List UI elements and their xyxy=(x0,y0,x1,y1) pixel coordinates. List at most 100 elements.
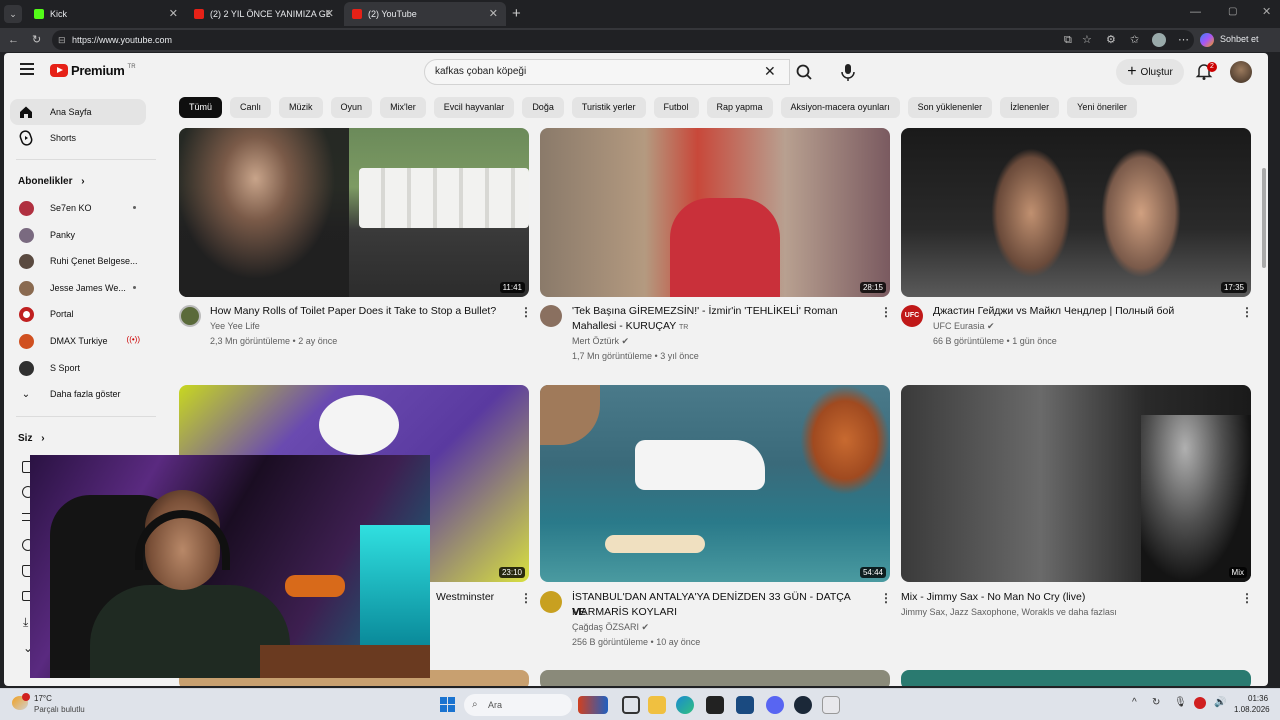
profile-avatar[interactable] xyxy=(1152,33,1166,47)
sidebar-channel-item[interactable]: Jesse James We... xyxy=(10,275,146,301)
file-explorer-icon[interactable] xyxy=(648,696,666,714)
snipping-tool-icon[interactable] xyxy=(822,696,840,714)
sidebar-channel-item[interactable]: DMAX Turkiye ((•)) xyxy=(10,328,146,354)
scrollbar-thumb[interactable] xyxy=(1262,168,1266,268)
video-title[interactable]: Джастин Гейджи vs Майкл Чендлер | Полный… xyxy=(933,304,1223,319)
channel-name[interactable]: Mert Öztürk ✔ xyxy=(572,334,629,349)
steam-icon[interactable] xyxy=(794,696,812,714)
chip[interactable]: Müzik xyxy=(279,97,323,118)
mic-tray-icon[interactable]: 🎙 xyxy=(1174,697,1187,708)
chip[interactable]: Yeni öneriler xyxy=(1067,97,1137,118)
site-info-icon[interactable]: ⊟ xyxy=(58,30,66,50)
tab-kick[interactable]: Kick ✕ xyxy=(26,2,186,26)
chip[interactable]: Mix'ler xyxy=(380,97,426,118)
video-thumbnail[interactable] xyxy=(540,670,890,686)
chevron-up-icon[interactable]: ^ xyxy=(1132,697,1137,708)
url-field[interactable]: ⊟ https://www.youtube.com xyxy=(52,30,1194,50)
video-thumbnail[interactable]: 11:41 xyxy=(179,128,529,297)
channel-name[interactable]: Çağdaş ÖZSARI ✔ xyxy=(572,620,649,635)
video-title[interactable]: Mix - Jimmy Sax - No Man No Cry (live) xyxy=(901,590,1191,605)
clear-search-icon[interactable]: ✕ xyxy=(764,63,776,80)
chip[interactable]: Doğa xyxy=(522,97,564,118)
chip-all[interactable]: Tümü xyxy=(179,97,223,118)
network-icon[interactable]: ↻ xyxy=(1152,697,1160,708)
taskbar-search[interactable]: ⌕ Ara xyxy=(464,694,572,716)
minimize-icon[interactable]: — xyxy=(1190,6,1201,18)
edge-icon[interactable] xyxy=(676,696,694,714)
sidebar-item-home[interactable]: Ana Sayfa xyxy=(10,99,146,125)
guide-menu-icon[interactable] xyxy=(20,63,34,75)
sidebar-channel-item[interactable]: Portal xyxy=(10,301,146,327)
you-header[interactable]: Siz › xyxy=(18,433,45,444)
chip[interactable]: Futbol xyxy=(653,97,699,118)
favorite-star-icon[interactable]: ☆ xyxy=(1082,28,1092,52)
sidebar-item-shorts[interactable]: Shorts xyxy=(10,125,146,151)
sidebar-channel-item[interactable]: Se7en KO xyxy=(10,195,146,221)
close-tab-icon[interactable]: ✕ xyxy=(489,7,498,20)
volume-icon[interactable]: 🔊 xyxy=(1214,697,1226,708)
copilot-icon[interactable] xyxy=(1200,33,1214,47)
refresh-icon[interactable]: ↻ xyxy=(32,28,41,52)
favorites-icon[interactable]: ✩ xyxy=(1130,28,1139,52)
clock-date[interactable]: 1.08.2026 xyxy=(1234,705,1270,714)
youtube-logo[interactable]: Premium TR xyxy=(50,63,136,78)
more-actions-icon[interactable]: ⋮ xyxy=(1241,591,1253,605)
tab-youtube-home[interactable]: (2) YouTube ✕ xyxy=(344,2,506,26)
vscode-icon[interactable] xyxy=(736,696,754,714)
clock-time[interactable]: 01:36 xyxy=(1248,694,1268,703)
chip[interactable]: İzlenenler xyxy=(1000,97,1060,118)
video-thumbnail[interactable]: Mix xyxy=(901,385,1251,582)
video-thumbnail[interactable]: 54:44 xyxy=(540,385,890,582)
back-icon[interactable]: ← xyxy=(8,28,19,52)
show-more-button[interactable]: ⌄ Daha fazla göster xyxy=(10,381,146,407)
voice-search-button[interactable] xyxy=(838,61,858,83)
chat-button[interactable]: Sohbet et xyxy=(1220,34,1259,44)
create-button[interactable]: + Oluştur xyxy=(1116,59,1184,85)
sidebar-channel-item[interactable]: Ruhi Çenet Belgese... xyxy=(10,248,146,274)
more-actions-icon[interactable]: ⋮ xyxy=(880,591,892,605)
downloads-icon[interactable]: ⤓ xyxy=(23,615,28,630)
channel-name[interactable]: Jimmy Sax, Jazz Saxophone, Worakls ve da… xyxy=(901,605,1117,620)
video-thumbnail[interactable]: 28:15 xyxy=(540,128,890,297)
channel-avatar[interactable] xyxy=(179,305,201,327)
antivirus-icon[interactable] xyxy=(1194,697,1206,709)
search-button[interactable] xyxy=(790,59,820,85)
channel-avatar[interactable] xyxy=(540,591,562,613)
more-actions-icon[interactable]: ⋮ xyxy=(1241,305,1253,319)
tab-youtube-video[interactable]: (2) 2 YIL ÖNCE YANIMIZA GELEN Y ✕ xyxy=(186,2,342,26)
more-actions-icon[interactable]: ⋮ xyxy=(880,305,892,319)
chip[interactable]: Son yüklenenler xyxy=(907,97,993,118)
channel-name[interactable]: UFC Eurasia ✔ xyxy=(933,319,995,334)
video-title[interactable]: 'Tek Başına GİREMEZSİN!' - İzmir'in 'TEH… xyxy=(572,304,862,319)
channel-avatar[interactable]: UFC xyxy=(901,305,923,327)
extensions-icon[interactable]: ⚙ xyxy=(1106,28,1116,52)
channel-name[interactable]: Yee Yee Life xyxy=(210,319,260,334)
account-avatar[interactable] xyxy=(1230,61,1252,83)
split-screen-icon[interactable]: ⧉ xyxy=(1064,28,1072,52)
app-icon[interactable] xyxy=(578,696,608,714)
video-thumbnail[interactable]: 17:35 xyxy=(901,128,1251,297)
obs-icon[interactable] xyxy=(706,696,724,714)
chip[interactable]: Oyun xyxy=(330,97,373,118)
more-options-icon[interactable]: ⋯ xyxy=(1178,28,1189,52)
new-tab-button[interactable]: + xyxy=(512,5,521,22)
close-window-icon[interactable]: ✕ xyxy=(1262,5,1271,18)
more-actions-icon[interactable]: ⋮ xyxy=(520,591,532,605)
sidebar-channel-item[interactable]: Panky xyxy=(10,222,146,248)
video-thumbnail[interactable] xyxy=(901,670,1251,686)
subscriptions-header[interactable]: Abonelikler › xyxy=(18,176,85,187)
chip[interactable]: Evcil hayvanlar xyxy=(433,97,515,118)
channel-avatar[interactable] xyxy=(540,305,562,327)
close-tab-icon[interactable]: ✕ xyxy=(325,7,334,20)
video-title[interactable]: How Many Rolls of Toilet Paper Does it T… xyxy=(210,304,500,319)
video-title[interactable]: Westminster xyxy=(436,590,516,605)
search-input[interactable]: kafkas çoban köpeği xyxy=(424,59,790,85)
chip[interactable]: Rap yapma xyxy=(706,97,773,118)
restore-icon[interactable]: ▢ xyxy=(1228,6,1237,17)
chip[interactable]: Turistik yerler xyxy=(571,97,646,118)
chip[interactable]: Aksiyon-macera oyunları xyxy=(780,97,900,118)
close-tab-icon[interactable]: ✕ xyxy=(169,7,178,20)
chip[interactable]: Canlı xyxy=(230,97,272,118)
sidebar-channel-item[interactable]: S Sport xyxy=(10,355,146,381)
task-view-icon[interactable] xyxy=(622,696,640,714)
